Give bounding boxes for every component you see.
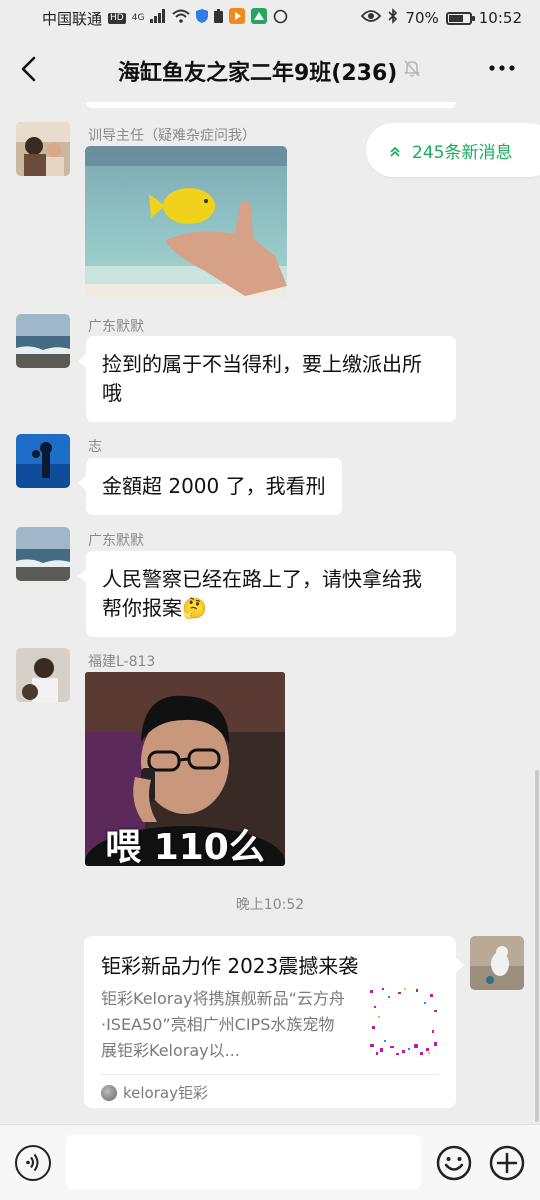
link-card[interactable]: 钜彩新品力作 2023震撼来袭 钜彩Keloray将携旗舰新品“云方舟·ISEA… [84, 936, 464, 1108]
new-messages-label: 245条新消息 [412, 142, 513, 163]
app-icon [251, 8, 268, 28]
avatar[interactable] [16, 434, 70, 488]
voice-icon[interactable] [15, 1145, 51, 1181]
avatar[interactable] [16, 122, 70, 176]
text-message-bubble[interactable]: 人民警察已经在路上了，请快拿给我帮你报案🤔 [78, 551, 456, 637]
bluetooth-icon [388, 8, 398, 28]
text-message-bubble[interactable]: 金額超 2000 了，我看刑 [78, 458, 342, 515]
message-list[interactable]: 训导主任（疑难杂症问我） 245条新消息 广东默默 捡到的属于不当得利，要上缴派… [0, 102, 540, 1124]
new-messages-button[interactable]: 245条新消息 [366, 123, 540, 177]
timestamp: 晚上10:52 [235, 897, 305, 913]
message-input[interactable] [66, 1135, 421, 1189]
previous-message-bubble[interactable] [86, 102, 456, 108]
ring-icon [273, 9, 288, 28]
chat-header: 海缸鱼友之家二年9班(236) [0, 36, 540, 102]
status-bar: 中国联通 HD 4G 70% 10:52 [0, 0, 540, 36]
fish-hand-photo [85, 146, 287, 297]
battery-alert-icon [214, 9, 224, 27]
image-message[interactable] [85, 146, 287, 297]
avatar[interactable] [16, 527, 70, 581]
carrier-label: 中国联通 [42, 9, 103, 28]
signal-icon [150, 9, 166, 27]
hd-badge: HD [108, 12, 126, 24]
sender-name: 志 [88, 439, 102, 455]
my-avatar[interactable] [470, 936, 524, 990]
link-card-thumbnail [368, 986, 440, 1058]
avatar[interactable] [16, 648, 70, 702]
wifi-icon [172, 9, 191, 27]
bell-off-icon [402, 58, 422, 78]
sender-name: 广东默默 [88, 533, 144, 549]
link-card-title: 钜彩新品力作 2023震撼来袭 [101, 954, 359, 978]
link-card-description: 钜彩Keloray将携旗舰新品“云方舟·ISEA50”亮相广州CIPS水族宠物展… [101, 989, 345, 1060]
sender-name: 训导主任（疑难杂症问我） [88, 128, 256, 144]
link-card-source-name: keloray钜彩 [123, 1084, 208, 1102]
emoji-icon[interactable] [436, 1145, 472, 1181]
link-card-source: keloray钜彩 [101, 1082, 208, 1103]
text-message-bubble[interactable]: 捡到的属于不当得利，要上缴派出所哦 [78, 336, 456, 422]
battery-icon [445, 11, 475, 25]
shield-icon [196, 9, 209, 27]
chevron-left-icon[interactable] [16, 54, 44, 84]
scrollbar[interactable] [535, 770, 539, 1122]
video-app-icon [229, 8, 246, 28]
double-chevron-up-icon [388, 143, 402, 157]
image-caption: 喂 110么 [105, 827, 265, 866]
input-bar [0, 1124, 540, 1200]
clock: 10:52 [478, 9, 522, 27]
eye-icon [361, 9, 382, 27]
network-type-label: 4G [131, 12, 145, 23]
link-card-divider [101, 1074, 439, 1075]
plus-circle-icon[interactable] [489, 1145, 525, 1181]
image-message[interactable]: 喂 110么 [85, 672, 285, 866]
avatar[interactable] [16, 314, 70, 368]
chat-title[interactable]: 海缸鱼友之家二年9班(236) [118, 55, 397, 87]
sender-name: 福建L-813 [88, 654, 156, 670]
battery-percent: 70% [405, 9, 439, 27]
sender-name: 广东默默 [88, 319, 144, 335]
more-dots-icon[interactable] [488, 56, 516, 80]
source-logo-icon [101, 1084, 117, 1101]
